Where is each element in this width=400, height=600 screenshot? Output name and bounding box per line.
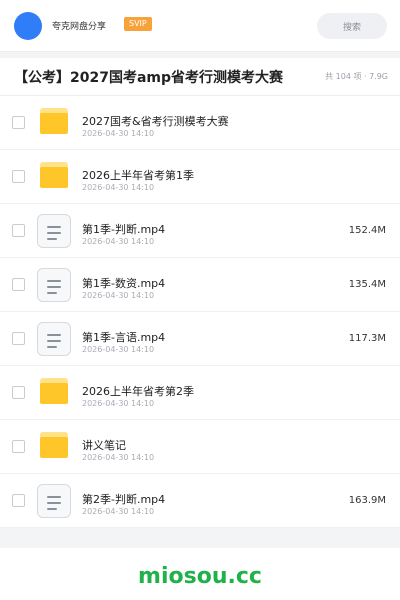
file-date: 2026-04-30 14:10: [82, 345, 155, 354]
file-name: 第1季-言语.mp4: [82, 331, 166, 344]
select-checkbox[interactable]: [12, 278, 25, 291]
folder-icon: [40, 108, 68, 134]
top-header: 夸克网盘分享 SVIP 搜索: [0, 0, 400, 52]
file-name: 第1季-数资.mp4: [82, 277, 166, 290]
file-date: 2026-04-30 14:10: [82, 399, 155, 408]
document-icon: [37, 322, 71, 356]
file-date: 2026-04-30 14:10: [82, 237, 155, 246]
file-name: 第1季-判断.mp4: [82, 223, 166, 236]
site-watermark[interactable]: miosou.cc: [0, 564, 400, 589]
list-item[interactable]: 第1季-数资.mp4 2026-04-30 14:10 135.4M: [0, 258, 400, 312]
list-item[interactable]: 2027国考&省考行测模考大赛 2026-04-30 14:10: [0, 96, 400, 150]
document-icon: [37, 484, 71, 518]
list-item[interactable]: 第1季-判断.mp4 2026-04-30 14:10 152.4M: [0, 204, 400, 258]
list-item[interactable]: 第2季-判断.mp4 2026-04-30 14:10 163.9M: [0, 474, 400, 528]
list-item[interactable]: 第1季-言语.mp4 2026-04-30 14:10 117.3M: [0, 312, 400, 366]
file-size: 117.3M: [348, 333, 386, 344]
select-checkbox[interactable]: [12, 224, 25, 237]
file-name: 第2季-判断.mp4: [82, 493, 166, 506]
file-date: 2026-04-30 14:10: [82, 291, 155, 300]
file-list: 2027国考&省考行测模考大赛 2026-04-30 14:10 2026上半年…: [0, 96, 400, 528]
file-size: 152.4M: [348, 225, 386, 236]
list-item[interactable]: 讲义笔记 2026-04-30 14:10: [0, 420, 400, 474]
brand-name: 夸克网盘分享: [52, 22, 107, 32]
file-date: 2026-04-30 14:10: [82, 507, 155, 516]
file-date: 2026-04-30 14:10: [82, 183, 155, 192]
file-size: 135.4M: [348, 279, 386, 290]
share-title-bar: 【公考】2027国考amp省考行测模考大赛 共 104 项 · 7.9G: [0, 58, 400, 96]
folder-icon: [40, 432, 68, 458]
footer: miosou.cc: [0, 548, 400, 600]
file-name: 讲义笔记: [82, 439, 126, 452]
file-date: 2026-04-30 14:10: [82, 453, 155, 462]
select-checkbox[interactable]: [12, 386, 25, 399]
list-item[interactable]: 2026上半年省考第1季 2026-04-30 14:10: [0, 150, 400, 204]
select-checkbox[interactable]: [12, 440, 25, 453]
select-checkbox[interactable]: [12, 116, 25, 129]
list-item[interactable]: 2026上半年省考第2季 2026-04-30 14:10: [0, 366, 400, 420]
folder-icon: [40, 162, 68, 188]
avatar[interactable]: [14, 12, 42, 40]
document-icon: [37, 214, 71, 248]
file-name: 2027国考&省考行测模考大赛: [82, 115, 229, 128]
page-title: 【公考】2027国考amp省考行测模考大赛: [14, 70, 284, 86]
search-input[interactable]: 搜索: [317, 13, 387, 39]
file-name: 2026上半年省考第1季: [82, 169, 194, 182]
folder-icon: [40, 378, 68, 404]
document-icon: [37, 268, 71, 302]
file-size: 163.9M: [348, 495, 386, 506]
file-date: 2026-04-30 14:10: [82, 129, 155, 138]
svip-badge: SVIP: [124, 17, 152, 31]
select-checkbox[interactable]: [12, 332, 25, 345]
share-summary: 共 104 项 · 7.9G: [325, 72, 388, 81]
select-checkbox[interactable]: [12, 170, 25, 183]
file-name: 2026上半年省考第2季: [82, 385, 194, 398]
select-checkbox[interactable]: [12, 494, 25, 507]
